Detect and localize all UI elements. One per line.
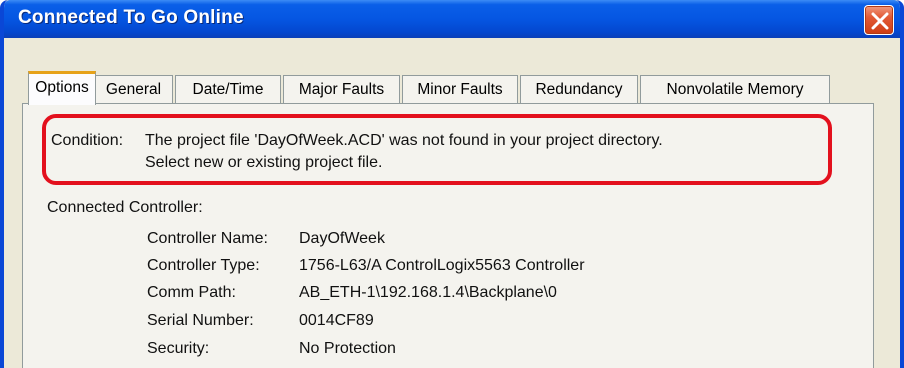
tab-label: General [105, 81, 162, 98]
condition-label: Condition: [51, 132, 124, 149]
serial-number-label: Serial Number: [147, 312, 254, 329]
security-label: Security: [147, 340, 210, 357]
connected-controller-heading: Connected Controller: [47, 199, 203, 216]
title-bar[interactable]: Connected To Go Online [4, 0, 900, 38]
tab-options[interactable]: Options [28, 71, 96, 105]
controller-type-value: 1756-L63/A ControlLogix5563 Controller [299, 257, 585, 274]
condition-message-line1: The project file 'DayOfWeek.ACD' was not… [145, 132, 663, 149]
tab-label: Minor Faults [417, 81, 503, 98]
tab-nonvolatile-memory[interactable]: Nonvolatile Memory [640, 75, 830, 104]
tab-major-faults[interactable]: Major Faults [283, 75, 400, 104]
tab-date-time[interactable]: Date/Time [175, 75, 281, 104]
tab-label: Redundancy [535, 81, 623, 98]
tab-label: Date/Time [192, 81, 264, 98]
tab-label: Nonvolatile Memory [666, 81, 804, 98]
comm-path-value: AB_ETH-1\192.168.1.4\Backplane\0 [299, 284, 557, 301]
controller-type-label: Controller Type: [147, 257, 260, 274]
controller-name-label: Controller Name: [147, 230, 268, 247]
serial-number-value: 0014CF89 [299, 312, 374, 329]
security-value: No Protection [299, 340, 396, 357]
dialog-window: Connected To Go Online Options General D… [0, 0, 904, 368]
tab-minor-faults[interactable]: Minor Faults [402, 75, 518, 104]
tab-label: Options [35, 79, 89, 96]
comm-path-label: Comm Path: [147, 284, 236, 301]
tab-general[interactable]: General [94, 75, 173, 104]
condition-message-line2: Select new or existing project file. [145, 154, 383, 171]
controller-name-value: DayOfWeek [299, 230, 385, 247]
tab-redundancy[interactable]: Redundancy [520, 75, 638, 104]
close-button[interactable] [864, 5, 894, 35]
tab-label: Major Faults [298, 81, 385, 98]
window-title: Connected To Go Online [18, 7, 244, 28]
